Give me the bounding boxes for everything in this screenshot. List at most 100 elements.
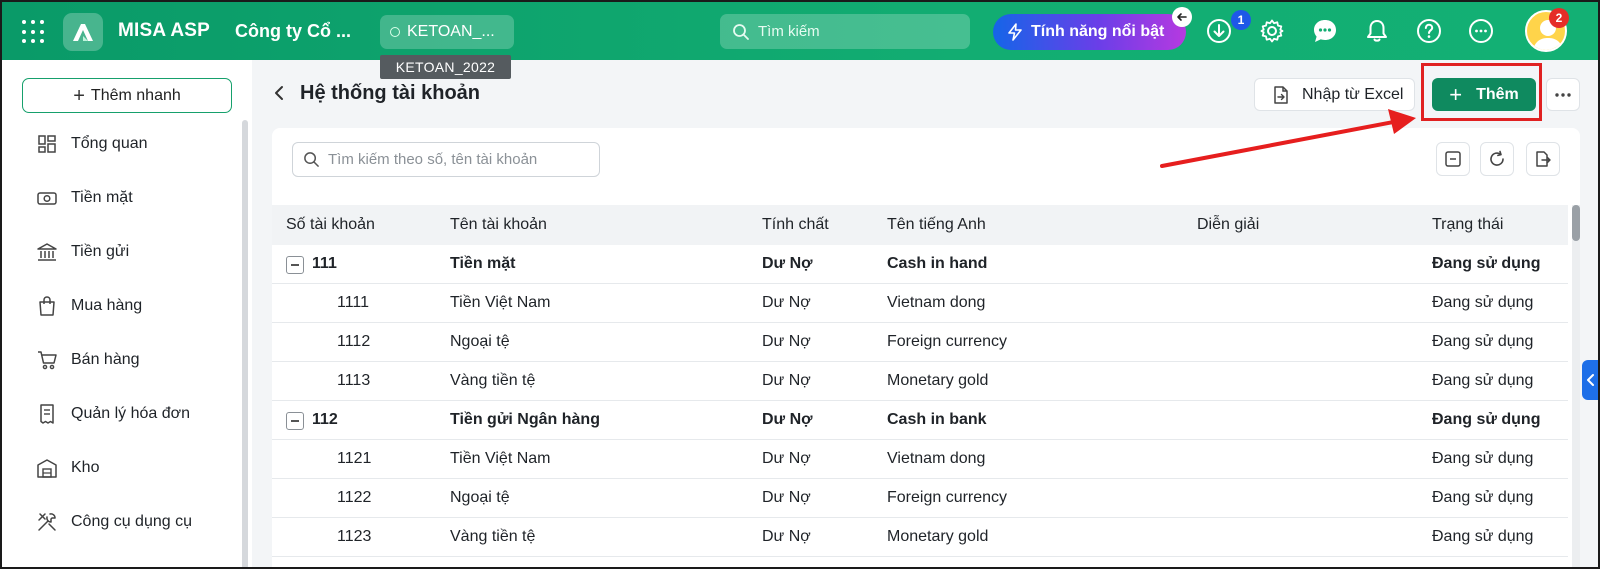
- status-dot-icon: [390, 27, 400, 37]
- database-selector[interactable]: KETOAN_...: [380, 15, 514, 49]
- cell-nature: Dư Nợ: [762, 294, 811, 311]
- table-row[interactable]: 1121 Tiền Việt Nam Dư Nợ Vietnam dong Đang s…: [272, 440, 1568, 479]
- sidebar-item-label: Mua hàng: [71, 297, 143, 314]
- export-button[interactable]: [1526, 142, 1560, 176]
- cell-account-name: Tiền Việt Nam: [450, 450, 551, 467]
- cell-nature: Dư Nợ: [762, 528, 811, 545]
- table-row[interactable]: 1111 Tiền Việt Nam Dư Nợ Vietnam dong Đang s…: [272, 284, 1568, 323]
- table-scrollbar[interactable]: [1572, 205, 1580, 567]
- global-search-input[interactable]: Tìm kiếm: [720, 14, 970, 49]
- table-row[interactable]: 1123 Vàng tiền tệ Dư Nợ Monetary gold Đang s…: [272, 518, 1568, 557]
- cell-status: Đang sử dụng: [1432, 372, 1534, 389]
- sidebar-item-purchasing[interactable]: Mua hàng: [36, 292, 142, 320]
- page-title: Hệ thống tài khoản: [300, 81, 480, 104]
- sidebar-item-label: Bán hàng: [71, 351, 140, 368]
- column-header-account-name[interactable]: Tên tài khoản: [450, 216, 547, 234]
- accounts-panel: Tìm kiếm theo số, tên tài khoản Số tài k…: [272, 128, 1580, 567]
- database-tooltip: KETOAN_2022: [380, 55, 511, 79]
- app-window: MISA ASP Công ty Cổ ... KETOAN_... Tìm k…: [0, 0, 1600, 569]
- chevron-left-icon: [1587, 374, 1594, 386]
- sidebar-item-cash[interactable]: Tiền mặt: [36, 184, 133, 212]
- sidebar-item-invoices[interactable]: Quản lý hóa đơn: [36, 400, 190, 428]
- collapse-all-button[interactable]: [1436, 142, 1470, 176]
- table-row[interactable]: 111 Tiền mặt Dư Nợ Cash in hand Đang sử dụng: [272, 245, 1568, 284]
- account-search-input[interactable]: Tìm kiếm theo số, tên tài khoản: [292, 142, 600, 177]
- warehouse-icon: [36, 457, 58, 479]
- cell-nature: Dư Nợ: [762, 411, 813, 428]
- import-excel-label: Nhập từ Excel: [1302, 85, 1404, 103]
- grid-icon[interactable]: [22, 20, 46, 44]
- bell-icon[interactable]: [1364, 18, 1390, 44]
- scrollbar-thumb[interactable]: [1572, 205, 1580, 241]
- sidebar-item-overview[interactable]: Tổng quan: [36, 130, 148, 158]
- plus-icon: +: [73, 84, 85, 107]
- gear-icon[interactable]: [1259, 18, 1285, 44]
- quick-add-label: Thêm nhanh: [90, 86, 181, 104]
- database-name: KETOAN_...: [407, 23, 495, 40]
- column-header-english-name[interactable]: Tên tiếng Anh: [887, 216, 986, 234]
- back-icon[interactable]: [272, 84, 286, 102]
- cell-account-number: 1123: [337, 528, 372, 545]
- collapse-icon: [1445, 151, 1461, 167]
- cell-account-number: 1111: [337, 294, 370, 311]
- shopping-bag-icon: [36, 295, 58, 317]
- misa-logo: [63, 13, 103, 51]
- sidebar-item-sales[interactable]: Bán hàng: [36, 346, 140, 374]
- sidebar-item-label: Kho: [71, 459, 100, 476]
- account-search-placeholder: Tìm kiếm theo số, tên tài khoản: [328, 151, 538, 168]
- cell-english-name: Vietnam dong: [887, 294, 986, 311]
- sidebar-item-label: Quản lý hóa đơn: [71, 405, 191, 422]
- page-header: Hệ thống tài khoản: [272, 76, 480, 110]
- cell-status: Đang sử dụng: [1432, 294, 1534, 311]
- table-row[interactable]: 1112 Ngoại tệ Dư Nợ Foreign currency Đang sử…: [272, 323, 1568, 362]
- column-header-nature[interactable]: Tính chất: [762, 216, 829, 234]
- cell-nature: Dư Nợ: [762, 333, 811, 350]
- cell-english-name: Cash in bank: [887, 411, 987, 428]
- table-row[interactable]: 1122 Ngoại tệ Dư Nợ Foreign currency Đang sử…: [272, 479, 1568, 518]
- cell-nature: Dư Nợ: [762, 255, 813, 272]
- table-row[interactable]: 1113 Vàng tiền tệ Dư Nợ Monetary gold Đang s…: [272, 362, 1568, 401]
- chat-icon[interactable]: [1312, 18, 1338, 44]
- column-header-description[interactable]: Diễn giải: [1197, 216, 1259, 234]
- sidebar-item-tools[interactable]: Công cụ dụng cụ: [36, 508, 192, 536]
- sidebar-item-label: Tiền mặt: [71, 189, 133, 206]
- cell-english-name: Foreign currency: [887, 333, 1008, 350]
- column-header-account-number[interactable]: Số tài khoản: [286, 216, 375, 234]
- cell-english-name: Vietnam dong: [887, 450, 986, 467]
- more-options-button[interactable]: [1546, 78, 1580, 111]
- cell-status: Đang sử dụng: [1432, 255, 1541, 272]
- invoice-icon: [36, 403, 58, 425]
- cell-status: Đang sử dụng: [1432, 489, 1534, 506]
- featured-features-button[interactable]: Tính năng nổi bật: [993, 14, 1186, 50]
- cell-account-name: Vàng tiền tệ: [450, 372, 536, 389]
- sidebar-item-label: Tổng quan: [71, 135, 148, 152]
- search-icon: [733, 23, 749, 40]
- download-icon[interactable]: [1206, 18, 1232, 44]
- cell-nature: Dư Nợ: [762, 372, 811, 389]
- table-row[interactable]: 112 Tiền gửi Ngân hàng Dư Nợ Cash in bank Đa…: [272, 401, 1568, 440]
- ellipsis-icon: [1555, 92, 1571, 97]
- app-name: MISA ASP: [118, 20, 211, 41]
- refresh-button[interactable]: [1480, 142, 1514, 176]
- search-icon: [304, 152, 319, 167]
- more-icon[interactable]: [1468, 18, 1494, 44]
- arrow-left-icon[interactable]: [1172, 7, 1192, 27]
- column-header-status[interactable]: Trạng thái: [1432, 216, 1503, 234]
- cell-english-name: Monetary gold: [887, 528, 989, 545]
- sidebar-item-warehouse[interactable]: Kho: [36, 454, 99, 482]
- help-icon[interactable]: [1416, 18, 1442, 44]
- quick-add-button[interactable]: + Thêm nhanh: [22, 78, 232, 113]
- sidebar: + Thêm nhanh Tổng quan Tiền mặt Tiền gửi…: [2, 60, 252, 567]
- cell-status: Đang sử dụng: [1432, 528, 1534, 545]
- side-panel-toggle[interactable]: [1582, 360, 1598, 400]
- collapse-row-icon[interactable]: [286, 412, 304, 430]
- sidebar-item-deposits[interactable]: Tiền gửi: [36, 238, 129, 266]
- avatar-badge: 2: [1549, 8, 1569, 28]
- company-selector[interactable]: Công ty Cổ ...: [235, 21, 351, 42]
- dashboard-icon: [36, 133, 58, 155]
- collapse-row-icon[interactable]: [286, 256, 304, 274]
- cell-english-name: Cash in hand: [887, 255, 988, 272]
- cell-nature: Dư Nợ: [762, 489, 811, 506]
- cash-icon: [36, 187, 58, 209]
- sidebar-scrollbar[interactable]: [242, 120, 248, 567]
